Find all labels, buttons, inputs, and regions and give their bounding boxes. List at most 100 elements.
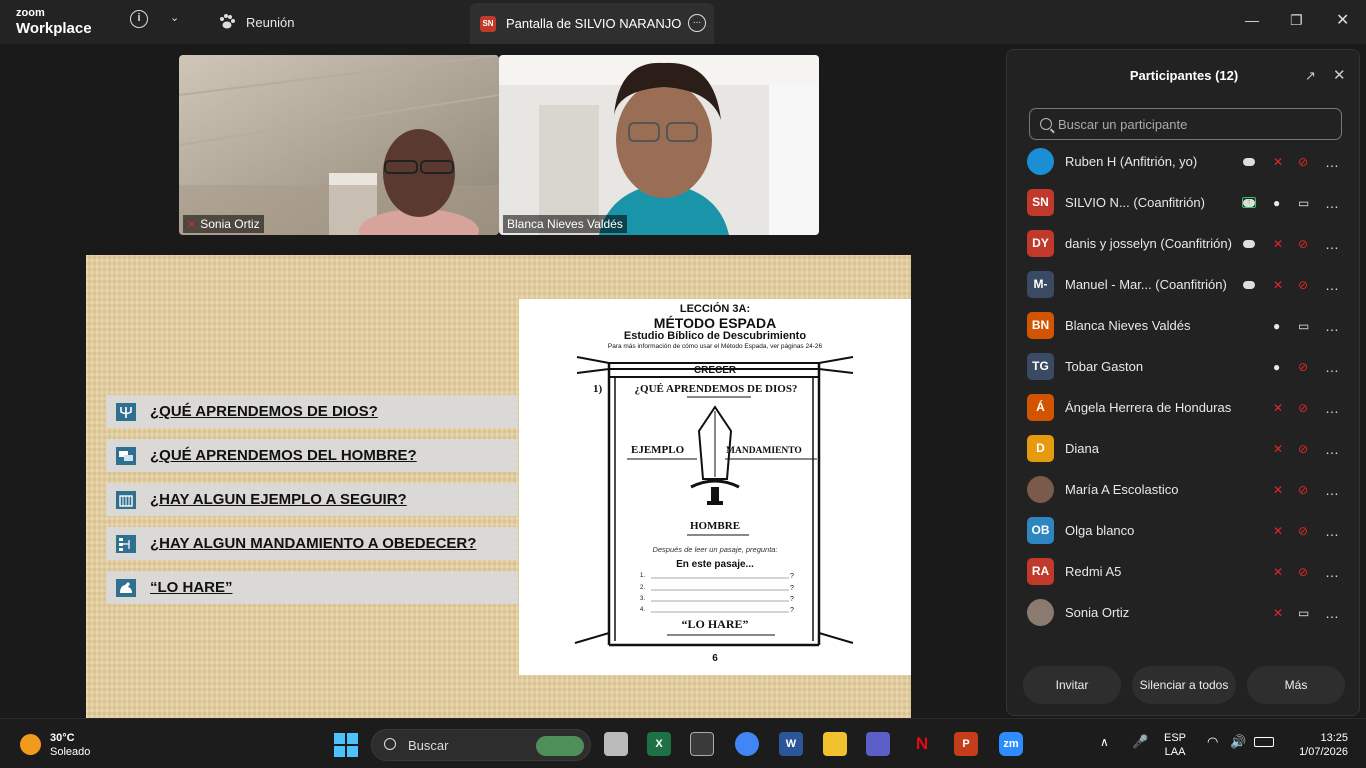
more-options-icon[interactable]: …: [1325, 318, 1340, 334]
mic-muted-icon[interactable]: ✕: [1273, 483, 1283, 497]
windows-start-icon[interactable]: [334, 733, 358, 757]
more-options-icon[interactable]: …: [1325, 277, 1340, 293]
video-tile[interactable]: Blanca Nieves Valdés: [499, 55, 819, 235]
mic-muted-icon[interactable]: ✕: [1273, 278, 1283, 292]
camera-icon[interactable]: ▭: [1298, 606, 1309, 620]
participant-row[interactable]: RA Redmi A5 ✕ ⊘…: [1007, 551, 1361, 592]
more-button[interactable]: Más: [1247, 666, 1345, 704]
file-explorer-icon[interactable]: [604, 732, 628, 756]
folder-icon[interactable]: [823, 732, 847, 756]
invite-button[interactable]: Invitar: [1023, 666, 1121, 704]
more-options-icon[interactable]: …: [1325, 564, 1340, 580]
hand-icon: [116, 578, 136, 597]
avatar: D: [1027, 435, 1054, 462]
participant-row[interactable]: SN SILVIO N... (Coanfitrión) ↑ ● ▭…: [1007, 182, 1361, 223]
zoom-logo: zoom Workplace: [16, 8, 92, 37]
participant-row[interactable]: TG Tobar Gaston ● ⊘…: [1007, 346, 1361, 387]
store-icon[interactable]: [690, 732, 714, 756]
camera-off-icon[interactable]: ⊘: [1298, 155, 1308, 169]
participant-row[interactable]: OB Olga blanco ✕ ⊘…: [1007, 510, 1361, 551]
participant-row[interactable]: M- Manuel - Mar... (Coanfitrión) ✕ ⊘…: [1007, 264, 1361, 305]
clock[interactable]: 13:25 1/07/2026: [1290, 731, 1348, 759]
more-options-icon[interactable]: …: [1325, 195, 1340, 211]
chrome-icon[interactable]: [735, 732, 759, 756]
tab-screen-share[interactable]: SN Pantalla de SILVIO NARANJO ...: [470, 3, 714, 44]
mute-all-button[interactable]: Silenciar a todos: [1132, 666, 1236, 704]
wifi-icon[interactable]: ◠: [1207, 735, 1218, 749]
more-options-icon[interactable]: …: [1325, 605, 1340, 621]
camera-off-icon[interactable]: ⊘: [1298, 483, 1308, 497]
more-options-icon[interactable]: …: [1325, 523, 1340, 539]
word-icon[interactable]: W: [779, 732, 803, 756]
trident-icon: [116, 402, 136, 421]
title-bar: zoom Workplace i ⌄ Reunión SN Pantalla d…: [0, 0, 1366, 44]
blank-number: 2.: [640, 585, 646, 591]
participant-name: Sonia Ortiz: [1065, 605, 1130, 620]
avatar: [1027, 148, 1054, 175]
camera-off-icon[interactable]: ⊘: [1298, 278, 1308, 292]
mic-muted-icon[interactable]: ✕: [1273, 442, 1283, 456]
microphone-icon[interactable]: ●: [1273, 319, 1280, 333]
meeting-info-icon[interactable]: i: [130, 10, 148, 28]
participant-row[interactable]: D Diana ✕ ⊘…: [1007, 428, 1361, 469]
video-feed: [499, 55, 819, 235]
zoom-icon[interactable]: zm: [999, 732, 1023, 756]
camera-off-icon[interactable]: ⊘: [1298, 442, 1308, 456]
pop-out-icon[interactable]: ↗: [1305, 68, 1316, 84]
camera-icon[interactable]: ▭: [1298, 196, 1309, 210]
microphone-icon[interactable]: ●: [1273, 196, 1280, 210]
more-options-icon[interactable]: …: [1325, 359, 1340, 375]
mic-muted-icon[interactable]: ✕: [1273, 524, 1283, 538]
language-indicator[interactable]: ESP LAA: [1164, 731, 1186, 759]
weather-widget[interactable]: 30°C Soleado: [50, 731, 90, 759]
mic-muted-icon[interactable]: ✕: [1273, 565, 1283, 579]
more-options-icon[interactable]: …: [1325, 154, 1340, 170]
restore-icon[interactable]: ❐: [1290, 12, 1303, 29]
more-options-icon[interactable]: …: [1325, 441, 1340, 457]
mic-muted-icon[interactable]: ✕: [1273, 237, 1283, 251]
taskbar-search-label: Buscar: [408, 737, 449, 753]
more-options-icon[interactable]: …: [1325, 236, 1340, 252]
mic-muted-icon[interactable]: ✕: [1273, 401, 1283, 415]
participant-row[interactable]: Sonia Ortiz ✕ ▭ …: [1007, 592, 1361, 633]
video-tile[interactable]: ✕ Sonia Ortiz: [179, 55, 499, 235]
camera-off-icon[interactable]: ⊘: [1298, 237, 1308, 251]
microphone-icon[interactable]: 🎤: [1132, 735, 1148, 749]
camera-off-icon[interactable]: ⊘: [1298, 401, 1308, 415]
taskbar-search[interactable]: Buscar: [371, 729, 591, 761]
close-icon[interactable]: ✕: [1336, 10, 1349, 30]
tab-meeting[interactable]: Reunión: [218, 0, 294, 44]
participant-row[interactable]: DY danis y josselyn (Coanfitrión) ✕ ⊘…: [1007, 223, 1361, 264]
mic-muted-icon[interactable]: ✕: [1273, 606, 1283, 620]
participant-row[interactable]: Á Ángela Herrera de Honduras ✕ ⊘…: [1007, 387, 1361, 428]
participant-row[interactable]: Ruben H (Anfitrión, yo) ✕ ⊘ …: [1007, 141, 1361, 182]
volume-icon[interactable]: 🔊: [1230, 735, 1246, 749]
tray-chevron-icon[interactable]: ∧: [1100, 735, 1109, 749]
participant-name: Ruben H (Anfitrión, yo): [1065, 154, 1198, 169]
excel-icon[interactable]: X: [647, 732, 671, 756]
search-input[interactable]: [1058, 116, 1328, 132]
camera-off-icon[interactable]: ⊘: [1298, 360, 1308, 374]
battery-icon[interactable]: [1254, 737, 1274, 747]
more-options-icon[interactable]: ...: [688, 14, 706, 32]
participant-row[interactable]: BN Blanca Nieves Valdés ● ▭…: [1007, 305, 1361, 346]
camera-off-icon[interactable]: ⊘: [1298, 565, 1308, 579]
mic-muted-icon[interactable]: ✕: [1273, 155, 1283, 169]
blank-number: 3.: [640, 596, 646, 602]
teams-icon[interactable]: [866, 732, 890, 756]
powerpoint-icon[interactable]: P: [954, 732, 978, 756]
close-icon[interactable]: ✕: [1333, 66, 1346, 84]
meeting-stage: ✕ Sonia Ortiz Blanca Nieves Valdés ¿QUÉ …: [0, 44, 1005, 718]
netflix-icon[interactable]: N: [910, 732, 934, 756]
participant-search[interactable]: [1029, 108, 1342, 140]
chevron-down-icon[interactable]: ⌄: [170, 11, 179, 24]
more-options-icon[interactable]: …: [1325, 482, 1340, 498]
sun-icon[interactable]: [20, 734, 41, 755]
camera-icon[interactable]: ▭: [1298, 319, 1309, 333]
microphone-icon[interactable]: ●: [1273, 360, 1280, 374]
camera-off-icon[interactable]: ⊘: [1298, 524, 1308, 538]
minimize-icon[interactable]: —: [1245, 12, 1259, 28]
question-text: ¿HAY ALGUN MANDAMIENTO A OBEDECER?: [150, 535, 477, 552]
more-options-icon[interactable]: …: [1325, 400, 1340, 416]
participant-row[interactable]: María A Escolastico ✕ ⊘…: [1007, 469, 1361, 510]
